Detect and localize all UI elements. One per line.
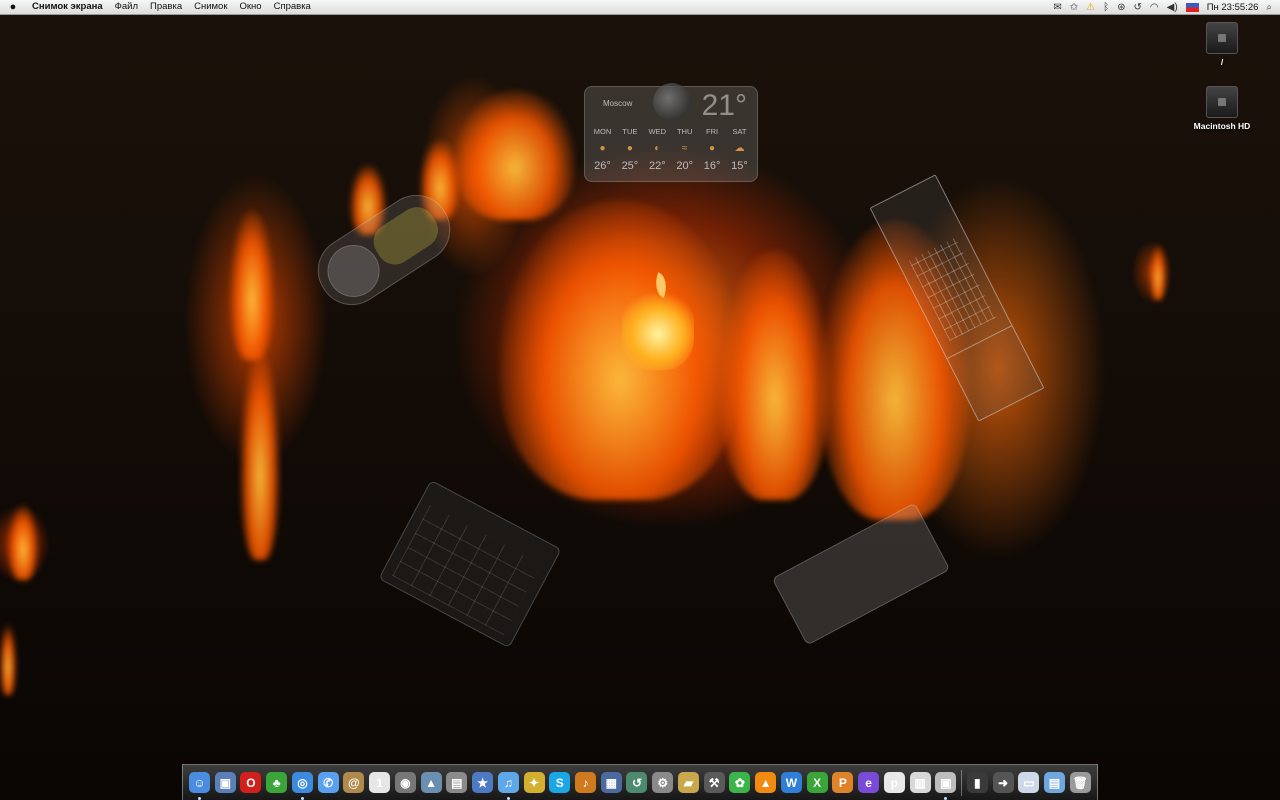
input-source-flag-icon[interactable]: [1185, 2, 1199, 12]
dock-xcode-icon[interactable]: ⚒: [703, 772, 725, 793]
weather-temp: 20°: [676, 160, 693, 172]
dock-adium-green-icon[interactable]: ✿: [729, 772, 751, 793]
dock-messenger-icon[interactable]: p: [883, 772, 905, 793]
dock-garageband-icon[interactable]: ♪: [575, 772, 597, 793]
dock-opera-icon[interactable]: O: [240, 772, 262, 793]
sunny-icon: ●: [599, 143, 606, 154]
dock-downloads-folder-icon[interactable]: ➜: [992, 772, 1014, 793]
menu-capture[interactable]: Снимок: [188, 0, 233, 14]
dock-address-book-icon[interactable]: @: [343, 772, 365, 793]
weather-temp: 22°: [648, 160, 666, 172]
envelope-icon[interactable]: ✉: [1053, 2, 1061, 13]
dock-imovie-icon[interactable]: ★: [472, 772, 494, 793]
dock-utility-icon[interactable]: ▰: [677, 772, 699, 793]
weather-widget[interactable]: Moscow 21° MON TUE WED THU FRI SAT ● ● ◐…: [584, 83, 758, 182]
dock-ical-icon[interactable]: 1: [369, 772, 391, 793]
weather-days: MON TUE WED THU FRI SAT: [589, 127, 753, 136]
weather-day: THU: [676, 127, 693, 136]
warning-icon[interactable]: ⚠: [1086, 2, 1095, 13]
partly-cloudy-icon: ◐: [654, 143, 661, 154]
flame-decoration: [240, 350, 280, 560]
dock-trash-icon[interactable]: 🗑: [1069, 772, 1091, 793]
flame-decoration: [8, 505, 38, 580]
dock-safari-icon[interactable]: ◎: [291, 772, 313, 800]
flame-decoration: [230, 210, 274, 360]
dock-skype-icon[interactable]: S: [549, 772, 571, 793]
dock-ichat-icon[interactable]: ✆: [317, 772, 339, 793]
drive-label: /: [1220, 57, 1224, 67]
weather-temp: 15°: [731, 160, 748, 172]
desktop-drive-root[interactable]: /: [1167, 22, 1277, 67]
volume-icon[interactable]: ◀): [1167, 2, 1178, 13]
dock-screenshot-icon[interactable]: ◉: [394, 772, 416, 793]
dock-separator: [961, 769, 963, 796]
weather-temp: 25°: [621, 160, 639, 172]
dock-imovie-star-icon[interactable]: ✦: [523, 772, 545, 793]
dock-screenshots-folder-icon[interactable]: ▤: [1043, 772, 1065, 793]
dock-dashboard-icon[interactable]: ▥: [909, 772, 931, 793]
weather-current-temp: 21°: [701, 89, 747, 122]
time-machine-icon[interactable]: ↺: [1134, 2, 1142, 13]
desktop-drive-macintosh-hd[interactable]: Macintosh HD: [1167, 86, 1277, 131]
flame-decoration: [500, 200, 740, 500]
weather-day: TUE: [622, 127, 638, 136]
dock-screenshot-app-icon[interactable]: ▣: [935, 772, 957, 800]
bluetooth-icon[interactable]: ᛒ: [1103, 2, 1109, 13]
apple-logo-glow: [622, 272, 694, 370]
dock-system-preferences-icon[interactable]: ⚙: [652, 772, 674, 793]
dock-itunes-icon[interactable]: ♫: [497, 772, 519, 800]
dock-ms-excel-icon[interactable]: X: [806, 772, 828, 793]
dock-spaces-icon[interactable]: ▦: [600, 772, 622, 793]
dock-ms-word-icon[interactable]: W: [780, 772, 802, 793]
hard-drive-icon: [1206, 22, 1238, 54]
dock-iphoto-icon[interactable]: ▲: [420, 772, 442, 793]
weather-temp: 16°: [703, 160, 721, 172]
menu-app-name[interactable]: Снимок экрана: [26, 0, 109, 14]
menu-edit[interactable]: Правка: [144, 0, 188, 14]
flame-decoration: [0, 625, 16, 695]
dock: ☺ ▣ O ♣ ◎ ✆ @1 ◉ ▲ ▤ ★ ♫ ✦ S ♪ ▦ ↺ ⚙ ▰ ⚒ ✿ ▲ W X Pe p ▥ ▣ ▮ ➜ ▭ ▤ 🗑: [182, 764, 1098, 800]
dock-movies-folder-icon[interactable]: ▮: [966, 772, 988, 793]
cloudy-icon: ☁: [734, 143, 745, 154]
wifi-icon[interactable]: ◠: [1150, 2, 1159, 13]
weather-day: MON: [593, 127, 612, 136]
dock-photo-booth-icon[interactable]: ▤: [446, 772, 468, 793]
search-icon[interactable]: ⌕: [1266, 2, 1272, 13]
weather-city: Moscow: [603, 99, 633, 108]
dock-documents-folder-icon[interactable]: ▭: [1018, 772, 1040, 793]
menu-clock[interactable]: Пн 23:55:26: [1207, 2, 1259, 13]
dock-ms-powerpoint-icon[interactable]: P: [832, 772, 854, 793]
menu-help[interactable]: Справка: [268, 0, 317, 14]
dock-finder-icon[interactable]: ☺: [189, 772, 210, 800]
menu-file[interactable]: Файл: [109, 0, 144, 14]
menu-window[interactable]: Окно: [234, 0, 268, 14]
weather-day: WED: [648, 127, 667, 136]
sunny-icon: ●: [709, 143, 716, 154]
weather-condition-icons: ● ● ◐ ≈ ● ☁: [589, 143, 753, 154]
menu-bar: ● Снимок экрана Файл Правка Снимок Окно …: [0, 0, 1280, 15]
weather-temps: 26° 25° 22° 20° 16° 15°: [589, 160, 753, 172]
dock-time-machine-icon[interactable]: ↺: [626, 772, 648, 793]
apple-icon[interactable]: ●: [0, 1, 26, 13]
dock-vlc-icon[interactable]: ▲: [755, 772, 777, 793]
weather-day: FRI: [706, 127, 719, 136]
dock-adium-icon[interactable]: ♣: [266, 772, 288, 793]
flame-decoration: [455, 90, 575, 220]
star-icon[interactable]: ✩: [1070, 2, 1078, 13]
windy-icon: ≈: [681, 143, 688, 154]
hard-drive-icon: [1206, 86, 1238, 118]
dock-ms-entourage-icon[interactable]: e: [858, 772, 880, 793]
weather-day: SAT: [732, 127, 747, 136]
sunny-icon: ●: [626, 143, 633, 154]
flame-decoration: [1150, 245, 1166, 300]
dock-preview-icon[interactable]: ▣: [214, 772, 236, 793]
status-menu-area: ✉ ✩ ⚠ ᛒ ⊛ ↺ ◠ ◀) Пн 23:55:26 ⌕: [1053, 0, 1272, 14]
weather-temp: 26°: [594, 160, 611, 172]
drive-label: Macintosh HD: [1193, 121, 1251, 131]
moon-icon: [653, 83, 691, 121]
sync-icon[interactable]: ⊛: [1117, 2, 1125, 13]
flame-decoration: [720, 250, 830, 500]
